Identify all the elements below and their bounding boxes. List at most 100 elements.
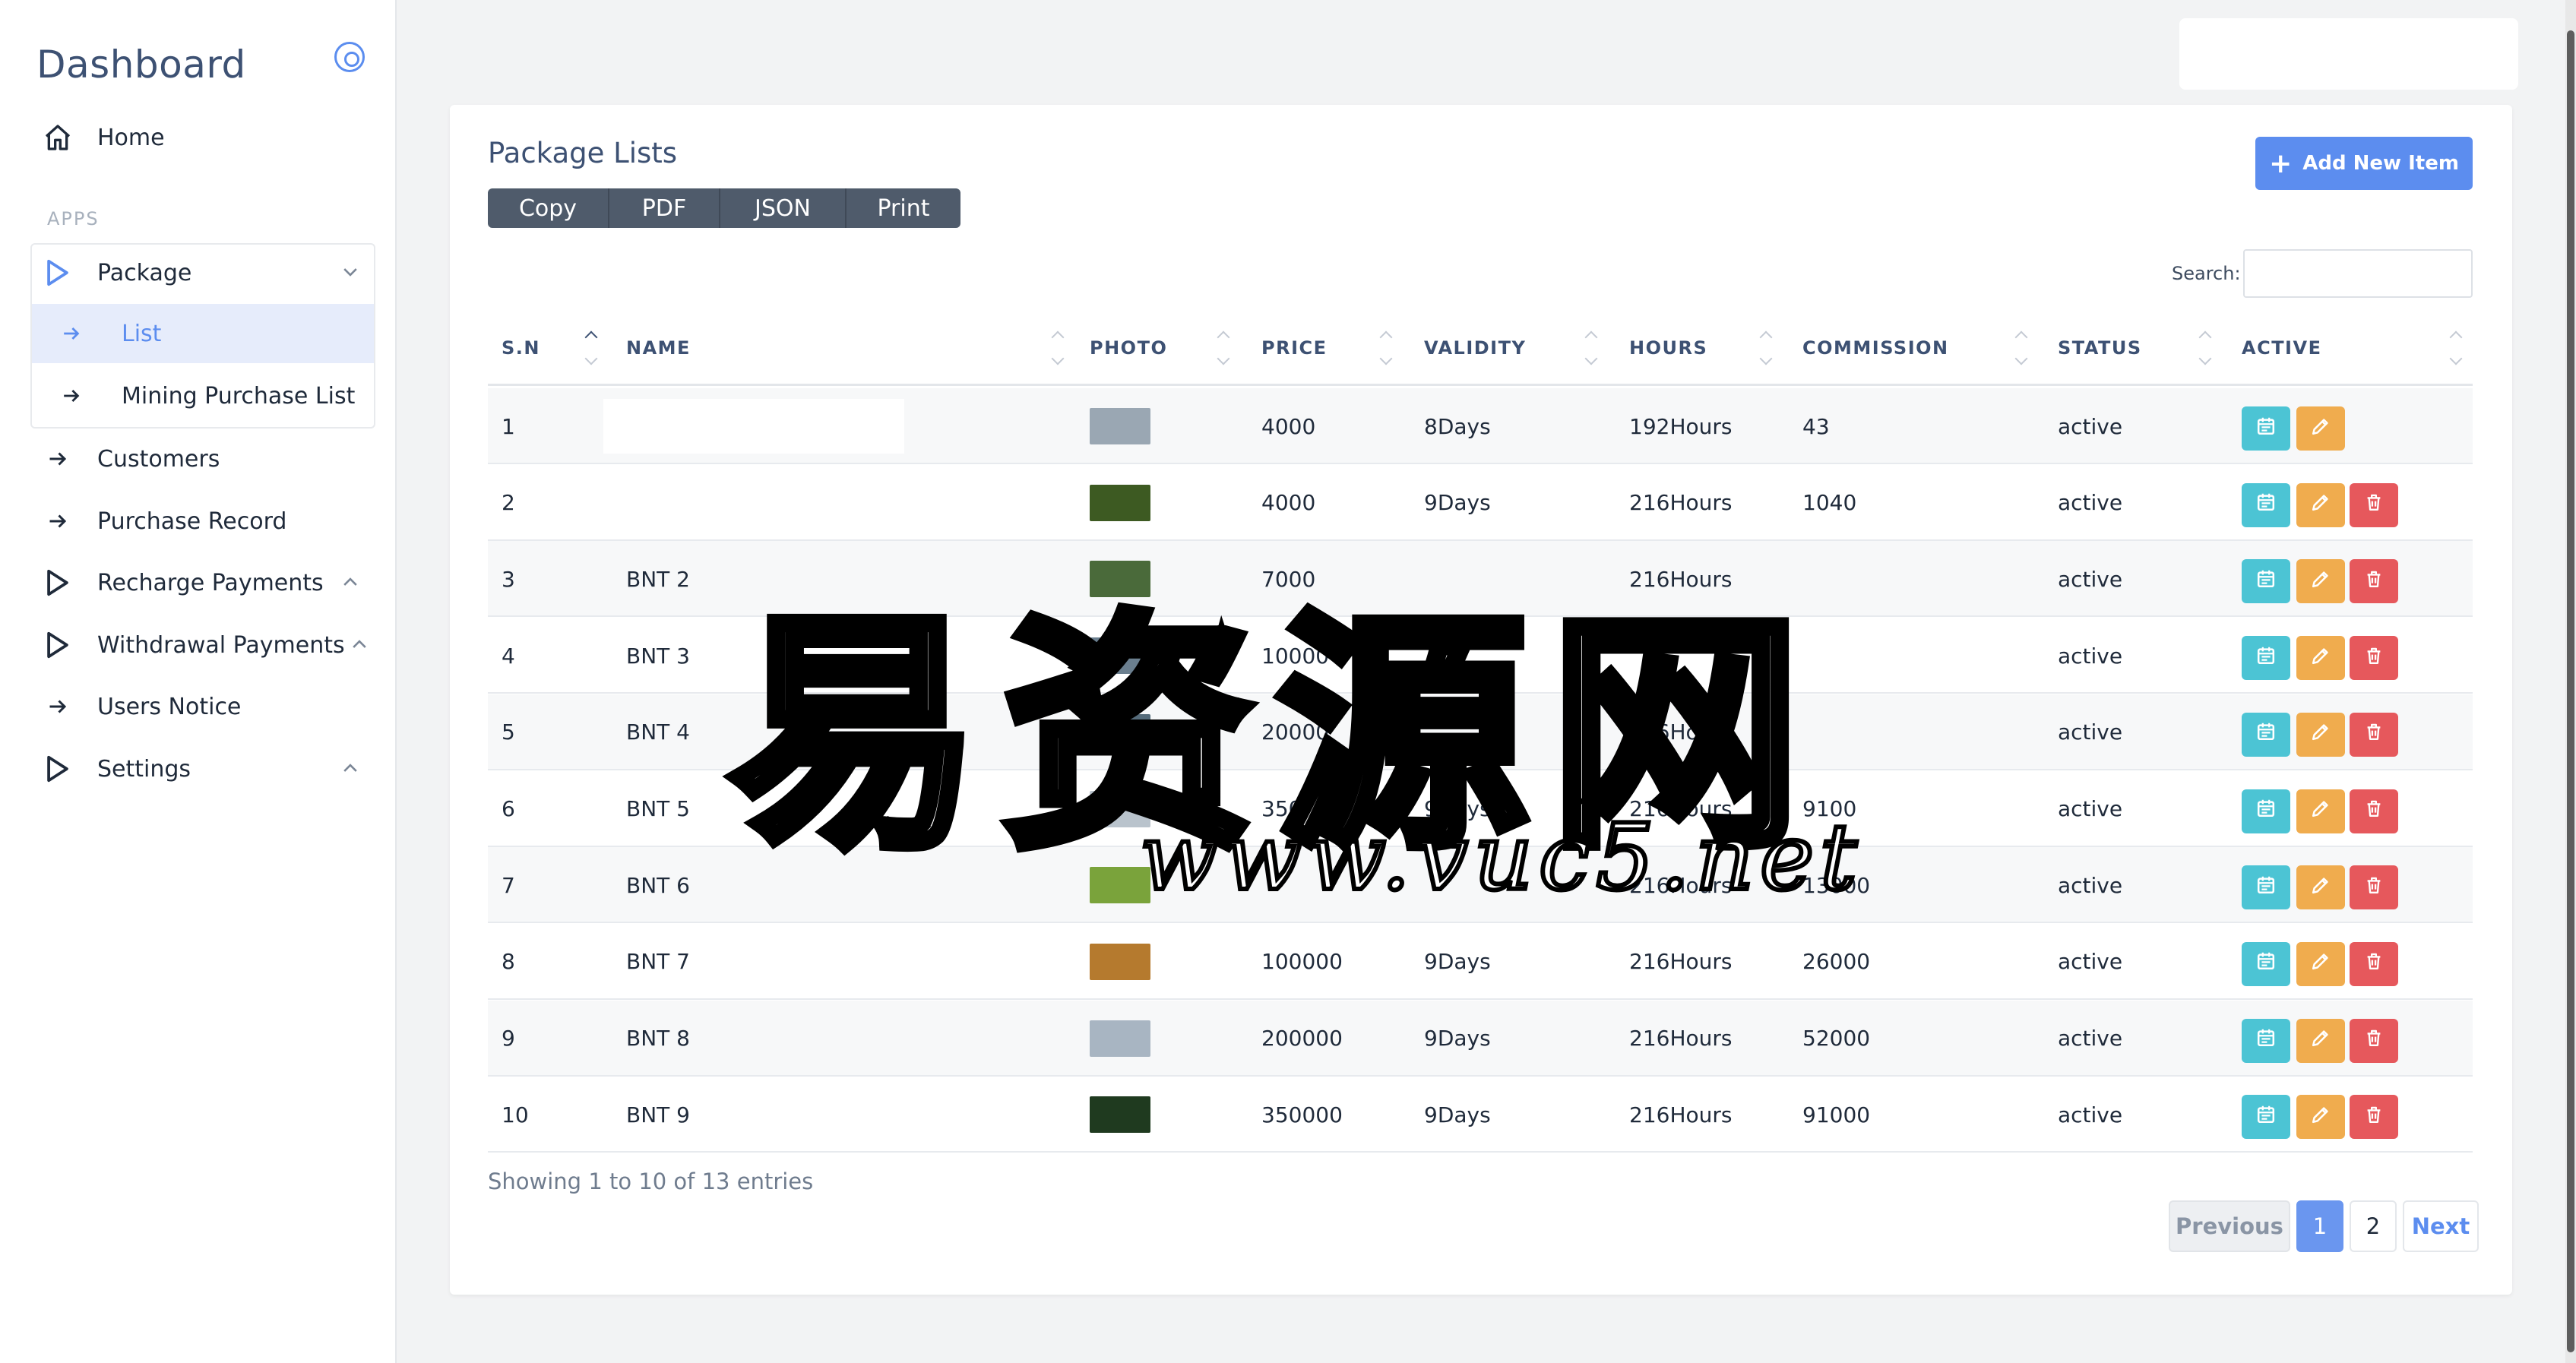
calendar-icon (2255, 950, 2277, 977)
edit-button[interactable] (2296, 1018, 2345, 1063)
pagination-page-1[interactable]: 1 (2296, 1200, 2343, 1252)
trash-icon (2363, 721, 2385, 748)
sidebar-item-withdrawal-payments[interactable]: Withdrawal Payments (30, 615, 375, 675)
search-input[interactable] (2243, 249, 2473, 298)
sort-icon[interactable] (2014, 328, 2029, 368)
edit-button[interactable] (2296, 789, 2345, 833)
pagination-page-2[interactable]: 2 (2350, 1200, 2397, 1252)
chevron-up-icon (350, 634, 369, 660)
calendar-button[interactable] (2242, 1018, 2290, 1063)
delete-button[interactable] (2350, 1095, 2398, 1140)
calendar-button[interactable] (2242, 636, 2290, 681)
sidebar-item-home[interactable]: Home (30, 108, 375, 167)
delete-button[interactable] (2350, 712, 2398, 757)
sidebar-item-customers[interactable]: Customers (30, 429, 375, 489)
sort-icon[interactable] (1216, 328, 1231, 368)
calendar-button[interactable] (2242, 941, 2290, 986)
col-header-status[interactable]: STATUS (2058, 310, 2142, 386)
calendar-icon (2255, 1104, 2277, 1131)
delete-button[interactable] (2350, 789, 2398, 833)
chevron-down-icon (340, 261, 360, 288)
scrollbar[interactable] (2565, 0, 2576, 1363)
delete-button[interactable] (2350, 865, 2398, 910)
table-row: 7 BNT 6 216Hours 13000 active (488, 847, 2473, 924)
sidebar-item-label: Home (97, 124, 165, 151)
delete-button[interactable] (2350, 1018, 2398, 1063)
delete-button[interactable] (2350, 636, 2398, 681)
calendar-icon (2255, 416, 2277, 442)
edit-button[interactable] (2296, 636, 2345, 681)
sidebar-item-recharge-payments[interactable]: Recharge Payments (30, 553, 375, 612)
calendar-button[interactable] (2242, 1095, 2290, 1140)
delete-button[interactable] (2350, 941, 2398, 986)
sidebar-item-label: Withdrawal Payments (97, 631, 345, 659)
calendar-button[interactable] (2242, 406, 2290, 451)
print-button[interactable]: Print (847, 188, 960, 228)
calendar-button[interactable] (2242, 559, 2290, 604)
sidebar-item-settings[interactable]: Settings (30, 739, 375, 799)
col-header-name[interactable]: NAME (626, 310, 691, 386)
cell-validity: 9Days (1424, 1026, 1491, 1052)
col-header-sn[interactable]: S.N (502, 310, 540, 386)
col-header-price[interactable]: PRICE (1261, 310, 1328, 386)
sidebar-item-package[interactable]: Package (30, 243, 375, 302)
edit-button[interactable] (2296, 865, 2345, 910)
edit-button[interactable] (2296, 1095, 2345, 1140)
pdf-button[interactable]: PDF (609, 188, 720, 228)
calendar-icon (2255, 721, 2277, 748)
calendar-button[interactable] (2242, 865, 2290, 910)
col-header-validity[interactable]: VALIDITY (1424, 310, 1526, 386)
sidebar-toggle-icon[interactable] (334, 42, 365, 72)
cell-sn: 4 (502, 643, 515, 669)
cell-photo (1090, 541, 1150, 617)
cell-hours: 216Hours (1629, 1026, 1733, 1052)
pencil-icon (2310, 1104, 2331, 1131)
edit-button[interactable] (2296, 941, 2345, 986)
chevron-up-icon (340, 757, 360, 784)
pagination-previous[interactable]: Previous (2169, 1200, 2290, 1252)
pagination-next[interactable]: Next (2403, 1200, 2479, 1252)
cell-photo (1090, 618, 1150, 694)
edit-button[interactable] (2296, 406, 2345, 451)
col-header-hours[interactable]: HOURS (1629, 310, 1707, 386)
edit-button[interactable] (2296, 482, 2345, 527)
sort-icon[interactable] (2198, 328, 2213, 368)
cell-hours: 216Hours (1629, 872, 1733, 898)
sort-icon[interactable] (1758, 328, 1774, 368)
copy-button[interactable]: Copy (488, 188, 609, 228)
table-row: 5 BNT 4 20000 216Hours active (488, 694, 2473, 770)
cell-sn: 5 (502, 719, 515, 745)
calendar-button[interactable] (2242, 482, 2290, 527)
col-header-photo[interactable]: PHOTO (1090, 310, 1167, 386)
sidebar-subitem-mining-purchase-list[interactable]: Mining Purchase List (32, 366, 374, 425)
cell-validity: 9Days (1424, 1102, 1491, 1127)
sidebar-item-purchase-record[interactable]: Purchase Record (30, 492, 375, 551)
cell-status: active (2058, 566, 2123, 592)
calendar-button[interactable] (2242, 712, 2290, 757)
calendar-icon (2255, 798, 2277, 824)
package-photo (1090, 943, 1150, 980)
sort-icon[interactable] (584, 328, 599, 368)
col-header-active[interactable]: ACTIVE (2242, 310, 2321, 386)
cell-photo (1090, 924, 1150, 1000)
sort-icon[interactable] (1584, 328, 1599, 368)
col-header-commission[interactable]: COMMISSION (1802, 310, 1949, 386)
sort-icon[interactable] (2448, 328, 2464, 368)
search-label: Search: (2172, 263, 2241, 284)
sidebar-item-users-notice[interactable]: Users Notice (30, 677, 375, 736)
cell-status: active (2058, 796, 2123, 821)
edit-button[interactable] (2296, 712, 2345, 757)
delete-button[interactable] (2350, 559, 2398, 604)
json-button[interactable]: JSON (720, 188, 847, 228)
add-new-item-button[interactable]: + Add New Item (2255, 137, 2473, 190)
cell-price: 100000 (1261, 949, 1343, 975)
edit-button[interactable] (2296, 559, 2345, 604)
sidebar-item-label: Package (97, 259, 192, 286)
scrollbar-thumb[interactable] (2567, 30, 2574, 1352)
delete-button[interactable] (2350, 482, 2398, 527)
sidebar-subitem-list[interactable]: List (32, 304, 374, 363)
sort-icon[interactable] (1378, 328, 1394, 368)
sort-icon[interactable] (1050, 328, 1065, 368)
calendar-button[interactable] (2242, 789, 2290, 833)
table-row: 4 BNT 3 10000 active (488, 618, 2473, 694)
